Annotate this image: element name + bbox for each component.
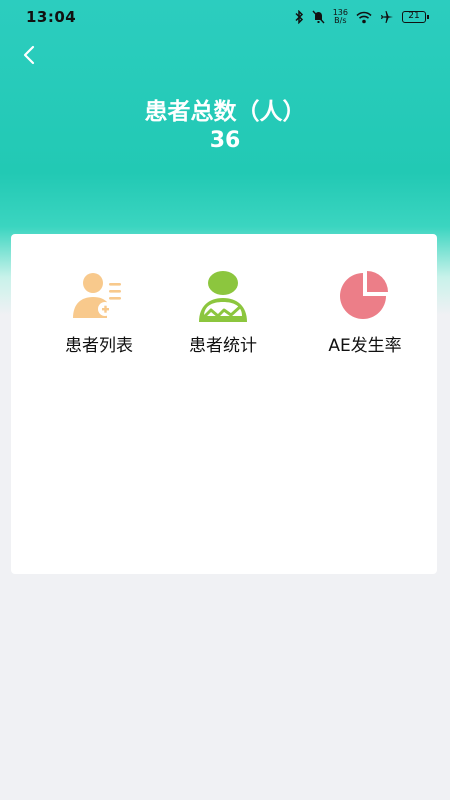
status-time: 13:04 bbox=[26, 8, 77, 26]
bluetooth-icon bbox=[295, 10, 303, 24]
airplane-icon bbox=[381, 11, 393, 23]
battery-icon: 21 bbox=[402, 11, 429, 23]
wifi-icon bbox=[356, 11, 372, 23]
chevron-left-icon bbox=[23, 45, 35, 65]
page-title: 患者总数（人） bbox=[144, 99, 306, 125]
status-icons: 136 B/s 21 bbox=[294, 9, 429, 25]
menu-item-patient-stats[interactable]: 患者统计 bbox=[163, 270, 283, 357]
menu-label-ae-rate: AE发生率 bbox=[328, 336, 402, 356]
pie-chart-icon bbox=[340, 271, 388, 319]
menu-label-patient-list: 患者列表 bbox=[65, 336, 133, 356]
patient-stats-icon bbox=[199, 271, 247, 322]
mute-icon bbox=[312, 10, 325, 24]
net-speed-unit: B/s bbox=[334, 16, 347, 25]
back-button[interactable] bbox=[14, 40, 44, 70]
patient-list-icon bbox=[73, 273, 121, 318]
status-bar: 13:04 136 B/s 21 bbox=[0, 0, 450, 34]
patient-count: 36 bbox=[209, 128, 241, 153]
menu-label-patient-stats: 患者统计 bbox=[189, 336, 257, 356]
menu-card: 患者列表 患者统计 AE发生率 bbox=[11, 234, 437, 574]
net-speed: 136 B/s bbox=[333, 9, 348, 25]
battery-level: 21 bbox=[408, 11, 420, 21]
menu-item-patient-list[interactable]: 患者列表 bbox=[39, 270, 159, 357]
menu-item-ae-rate[interactable]: AE发生率 bbox=[305, 270, 425, 357]
